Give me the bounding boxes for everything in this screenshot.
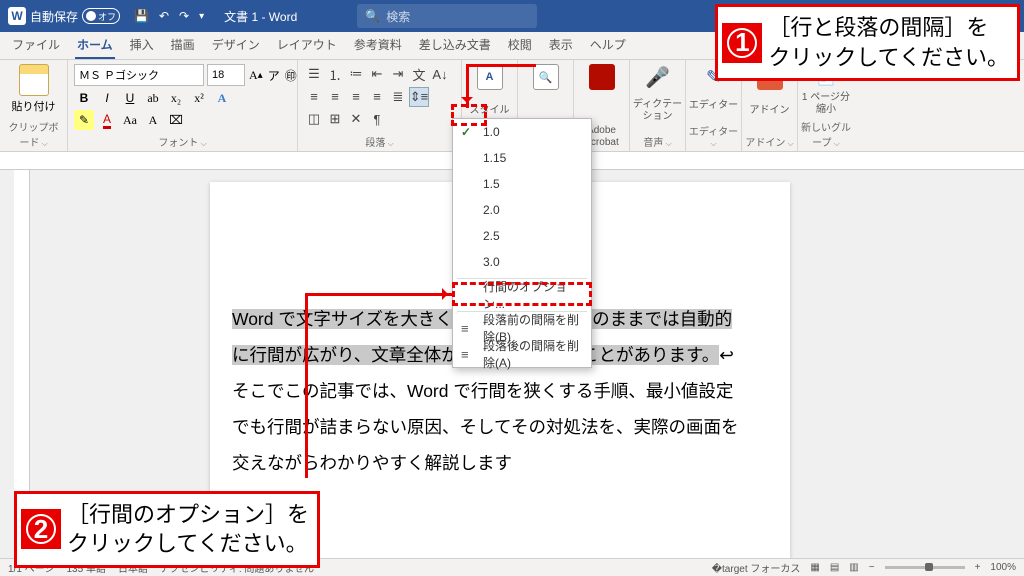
focus-mode[interactable]: �target フォーカス — [712, 560, 801, 575]
distributed-button[interactable]: ≣ — [388, 87, 408, 107]
search-placeholder: 検索 — [386, 8, 410, 25]
tab-help[interactable]: ヘルプ — [588, 32, 628, 59]
superscript-button[interactable]: x² — [189, 88, 209, 108]
bold-button[interactable]: B — [74, 88, 94, 108]
tab-review[interactable]: 校閲 — [506, 32, 534, 59]
spacing-2-0[interactable]: 2.0 — [453, 197, 591, 223]
svg-text:W: W — [11, 9, 23, 23]
callout-2: 2 ［行間のオプション］を クリックしてください。 — [14, 491, 320, 568]
zoom-level[interactable]: 100% — [990, 562, 1016, 573]
qat-more-icon[interactable]: ▾ — [199, 11, 204, 22]
word-app-icon: W — [8, 7, 26, 25]
search-box[interactable]: 🔍 検索 — [357, 4, 537, 28]
view-print-icon[interactable]: ▦ — [810, 562, 819, 573]
callout-1: 1 ［行と段落の間隔］を クリックしてください。 — [715, 4, 1020, 81]
bullets-button[interactable]: ☰ — [304, 64, 324, 84]
multilevel-button[interactable]: ≔ — [346, 64, 366, 84]
font-size-select[interactable] — [207, 64, 245, 86]
strikethrough-button[interactable]: ab — [143, 88, 163, 108]
increase-indent-button[interactable]: ⇥ — [388, 64, 408, 84]
dictation-group: 🎤 ディクテーション 音声 — [630, 60, 686, 151]
callout-1-line2: クリックしてください。 — [768, 43, 1009, 73]
grow-font-icon[interactable]: A▴ — [248, 65, 264, 85]
text-direction-button[interactable]: 文 — [409, 64, 429, 84]
numbering-button[interactable]: ⒈ — [325, 64, 345, 84]
clipboard-group: 貼り付け クリップボード — [0, 60, 68, 151]
char-scale-button[interactable]: ✕ — [346, 109, 366, 129]
zoom-out-button[interactable]: − — [869, 562, 875, 573]
callout-1-line1: ［行と段落の間隔］を — [768, 13, 1009, 43]
spacing-1-5[interactable]: 1.5 — [453, 171, 591, 197]
tab-insert[interactable]: 挿入 — [128, 32, 156, 59]
tab-draw[interactable]: 描画 — [169, 32, 197, 59]
annotation-arrow-1 — [466, 64, 469, 108]
tab-layout[interactable]: レイアウト — [275, 32, 339, 59]
callout-2-line2: クリックしてください。 — [67, 529, 309, 559]
underline-button[interactable]: U — [120, 88, 140, 108]
font-group: A▴ ア ㊞ B I U ab x₂ x² A ✎ A Aa A ⌧ フォント — [68, 60, 298, 151]
search-icon: 🔍 — [365, 9, 380, 23]
paragraph-label: 段落 — [304, 132, 455, 149]
clipboard-label: クリップボード — [6, 117, 61, 149]
font-color-button[interactable]: A — [97, 110, 117, 130]
highlight-button[interactable]: ✎ — [74, 110, 94, 130]
callout-1-badge: 1 — [722, 23, 762, 63]
spacing-1-15[interactable]: 1.15 — [453, 145, 591, 171]
styles-icon[interactable]: A — [477, 64, 503, 90]
callout-2-badge: 2 — [21, 509, 61, 549]
tab-home[interactable]: ホーム — [75, 32, 115, 59]
italic-button[interactable]: I — [97, 88, 117, 108]
font-name-select[interactable] — [74, 64, 204, 86]
align-right-button[interactable]: ≡ — [346, 87, 366, 107]
subscript-button[interactable]: x₂ — [166, 88, 186, 108]
text-effects-button[interactable]: A — [212, 88, 232, 108]
font-label: フォント — [74, 132, 291, 149]
document-title: 文書 1 - Word — [224, 8, 297, 25]
line-spacing-menu: 1.0 1.15 1.5 2.0 2.5 3.0 行間のオプション... 段落前… — [452, 118, 592, 368]
find-icon[interactable]: 🔍 — [533, 64, 559, 90]
spacing-2-5[interactable]: 2.5 — [453, 223, 591, 249]
paragraph-group: ☰ ⒈ ≔ ⇤ ⇥ 文 A↓ ≡ ≡ ≡ ≡ ≣ ⇕≡ ◫ ⊞ ✕ ¶ 段落 — [298, 60, 462, 151]
quick-access-toolbar: 💾 ↶ ↷ ▾ — [134, 9, 204, 23]
decrease-indent-button[interactable]: ⇤ — [367, 64, 387, 84]
char-shading-button[interactable]: A — [143, 110, 163, 130]
line-spacing-button[interactable]: ⇕≡ — [409, 87, 429, 107]
autosave[interactable]: 自動保存 オフ — [30, 8, 120, 25]
show-marks-button[interactable]: ¶ — [367, 109, 387, 129]
sort-button[interactable]: A↓ — [430, 64, 450, 84]
zoom-in-button[interactable]: + — [975, 562, 981, 573]
annotation-highlight-1 — [451, 104, 487, 126]
zoom-slider[interactable] — [885, 566, 965, 569]
align-left-button[interactable]: ≡ — [304, 87, 324, 107]
autosave-label: 自動保存 — [30, 8, 78, 25]
callout-2-line1: ［行間のオプション］を — [67, 500, 309, 530]
paste-button[interactable]: 貼り付け — [6, 64, 61, 114]
enclose-char-icon[interactable]: ㊞ — [284, 65, 298, 85]
clear-format-button[interactable]: ⌧ — [166, 110, 186, 130]
paste-icon — [19, 64, 49, 96]
borders-button[interactable]: ⊞ — [325, 109, 345, 129]
autosave-toggle[interactable]: オフ — [82, 8, 120, 24]
undo-icon[interactable]: ↶ — [159, 9, 169, 23]
change-case-button[interactable]: Aa — [120, 110, 140, 130]
view-web-icon[interactable]: ▥ — [849, 562, 858, 573]
annotation-arrow-2 — [305, 293, 453, 296]
tab-file[interactable]: ファイル — [10, 32, 62, 59]
view-read-icon[interactable]: ▤ — [830, 562, 839, 573]
mic-icon[interactable]: 🎤 — [645, 64, 671, 90]
justify-button[interactable]: ≡ — [367, 87, 387, 107]
annotation-highlight-2 — [452, 282, 592, 306]
save-icon[interactable]: 💾 — [134, 9, 149, 23]
shading-button[interactable]: ◫ — [304, 109, 324, 129]
phonetic-guide-icon[interactable]: ア — [267, 65, 281, 85]
align-center-button[interactable]: ≡ — [325, 87, 345, 107]
redo-icon[interactable]: ↷ — [179, 9, 189, 23]
tab-view[interactable]: 表示 — [547, 32, 575, 59]
remove-space-after[interactable]: 段落後の間隔を削除(A) — [453, 341, 591, 367]
tab-design[interactable]: デザイン — [210, 32, 262, 59]
spacing-3-0[interactable]: 3.0 — [453, 249, 591, 275]
tab-mailings[interactable]: 差し込み文書 — [417, 32, 493, 59]
acrobat-icon[interactable] — [589, 64, 615, 90]
tab-references[interactable]: 参考資料 — [352, 32, 404, 59]
